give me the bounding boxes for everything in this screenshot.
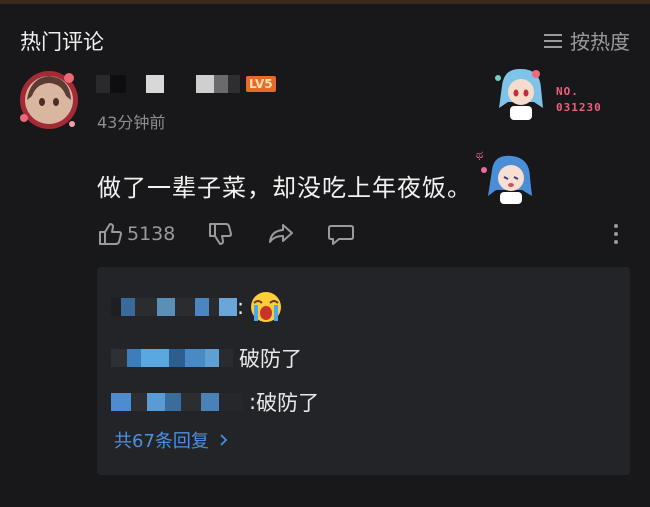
section-title: 热门评论 xyxy=(20,30,104,54)
sort-label: 按热度 xyxy=(570,30,630,54)
chevron-right-icon xyxy=(220,434,228,446)
svg-text:ಥ: ಥ xyxy=(476,148,483,161)
reply-button[interactable] xyxy=(327,220,355,248)
comments-header: 热门评论 按热度 xyxy=(20,26,630,54)
reply-username-mosaic xyxy=(111,393,243,411)
comment-bubble-icon xyxy=(328,225,354,245)
reply-separator: : xyxy=(249,390,257,414)
top-edge-bar xyxy=(0,0,650,4)
comment-time: 43分钟前 xyxy=(97,113,166,132)
username-mosaic xyxy=(96,75,240,93)
reply-item[interactable]: 破防了 xyxy=(111,343,302,373)
more-vertical-icon xyxy=(614,224,618,244)
comment-actions: 5138 xyxy=(97,220,637,248)
share-icon xyxy=(269,224,293,243)
reply-item[interactable]: : xyxy=(111,289,284,325)
reply-username-mosaic xyxy=(111,298,237,316)
crying-emoji-icon xyxy=(251,292,282,322)
reply-text: 破防了 xyxy=(256,391,320,415)
replies-panel: : 破防了 : 破防了 共67条回复 xyxy=(97,267,630,475)
fan-badge-number: NO. 031230 xyxy=(556,85,602,114)
like-button[interactable]: 5138 xyxy=(97,220,175,248)
reply-item[interactable]: : 破防了 xyxy=(111,387,319,417)
sort-button[interactable]: 按热度 xyxy=(544,26,630,55)
more-options-button[interactable] xyxy=(611,220,621,248)
like-count: 5138 xyxy=(127,223,176,245)
thumbs-down-icon xyxy=(209,223,232,245)
thumbs-up-icon xyxy=(99,223,122,245)
view-all-replies-link[interactable]: 共67条回复 xyxy=(114,427,231,453)
share-button[interactable] xyxy=(267,220,295,248)
list-icon xyxy=(544,33,562,48)
reply-username-mosaic xyxy=(111,349,233,367)
reply-text: 破防了 xyxy=(239,347,302,371)
fan-badge-figure xyxy=(495,68,543,120)
more-replies-label: 共67条回复 xyxy=(114,431,209,452)
sticker-image: ಥ xyxy=(476,148,532,204)
comment-text: 做了一辈子菜，却没吃上年夜饭。 xyxy=(97,174,472,202)
dislike-button[interactable] xyxy=(207,220,233,248)
reply-separator: : xyxy=(237,295,245,319)
username-row[interactable]: LV5 xyxy=(96,74,276,94)
level-badge: LV5 xyxy=(246,76,276,92)
